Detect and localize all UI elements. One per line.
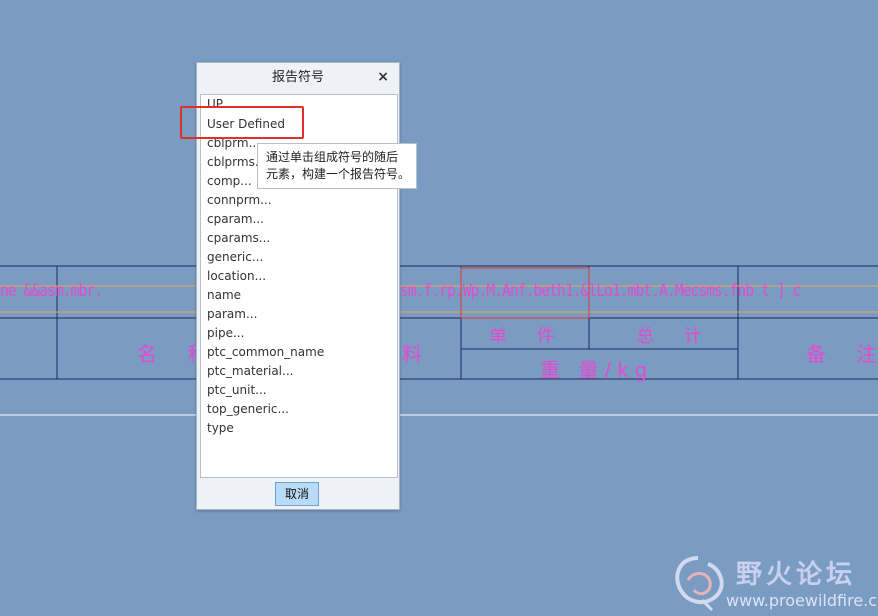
list-item-comp[interactable]: comp...: [207, 172, 252, 190]
table-param-text-left: ne &&asm.mbr.: [0, 281, 103, 301]
list-item-ptc-material[interactable]: ptc_material...: [207, 362, 293, 380]
drawing-canvas[interactable]: ne &&asm.mbr. sm.f.rp.Wp.M.Anf.beth1.&lL…: [0, 0, 878, 616]
list-item-top-generic[interactable]: top_generic...: [207, 400, 289, 418]
list-item-ptc-unit[interactable]: ptc_unit...: [207, 381, 267, 399]
table-param-text-mid: sm.f.rp.Wp.M.Anf.beth1.&lLo1.mbt.A.Mecsm…: [400, 281, 801, 301]
list-item-generic[interactable]: generic...: [207, 248, 263, 266]
list-item-connprm[interactable]: connprm...: [207, 191, 272, 209]
table-lines: [0, 265, 878, 416]
highlight-annotation: [180, 106, 304, 139]
list-item-cparams[interactable]: cparams...: [207, 229, 270, 247]
list-item-location[interactable]: location...: [207, 267, 266, 285]
column-remark-label: 备 注: [806, 342, 876, 366]
tooltip: 通过单击组成符号的随后 元素，构建一个报告符号。: [257, 143, 417, 189]
list-item-cparam[interactable]: cparam...: [207, 210, 264, 228]
cancel-button[interactable]: 取消: [275, 482, 319, 506]
tooltip-line-2: 元素，构建一个报告符号。: [266, 167, 411, 181]
list-item-param[interactable]: param...: [207, 305, 257, 323]
watermark-url: www.proewildfire.cn: [726, 591, 878, 610]
close-icon[interactable]: ×: [377, 70, 389, 84]
forum-watermark: 野火论坛 www.proewildfire.cn: [666, 548, 878, 616]
column-material-label: 料: [402, 342, 434, 366]
dialog-title: 报告符号: [271, 70, 324, 85]
list-item-ptc-common-name[interactable]: ptc_common_name: [207, 343, 324, 361]
watermark-logo-icon: [675, 556, 724, 612]
tooltip-line-1: 通过单击组成符号的随后: [266, 150, 399, 164]
column-weight-label: 重 量/kg: [540, 358, 654, 382]
list-item-name[interactable]: name: [207, 286, 241, 304]
list-item-pipe[interactable]: pipe...: [207, 324, 244, 342]
column-unit-label: 单 件: [489, 326, 567, 347]
list-item-type[interactable]: type: [207, 419, 234, 437]
column-total-label: 总 计: [636, 326, 714, 347]
watermark-title: 野火论坛: [736, 560, 857, 590]
